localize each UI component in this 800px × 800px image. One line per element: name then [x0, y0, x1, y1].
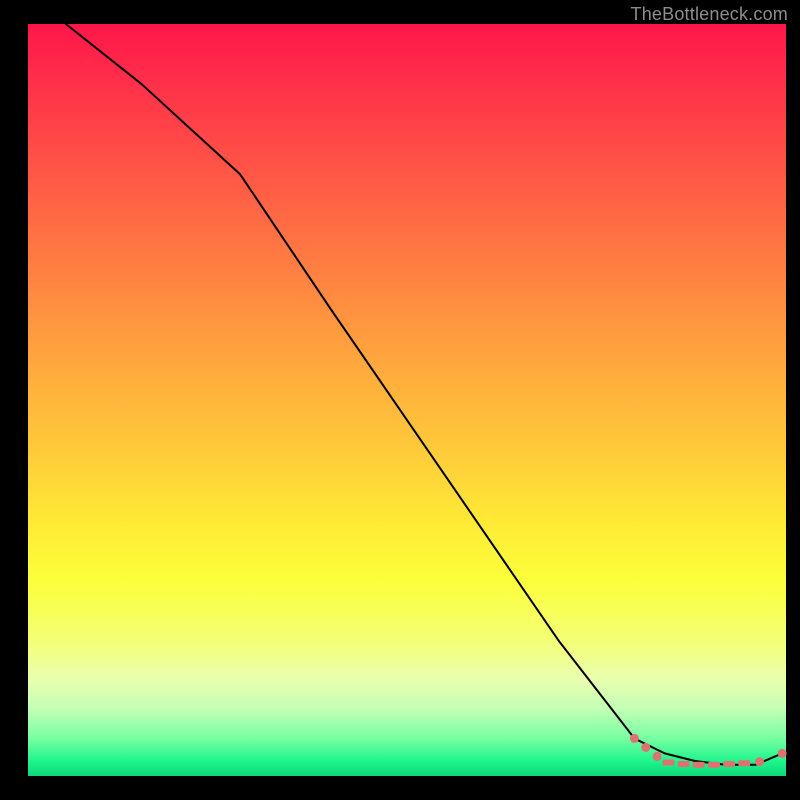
plot-background-gradient — [28, 24, 786, 776]
chart-container: TheBottleneck.com — [0, 0, 800, 800]
watermark-label: TheBottleneck.com — [631, 4, 788, 25]
